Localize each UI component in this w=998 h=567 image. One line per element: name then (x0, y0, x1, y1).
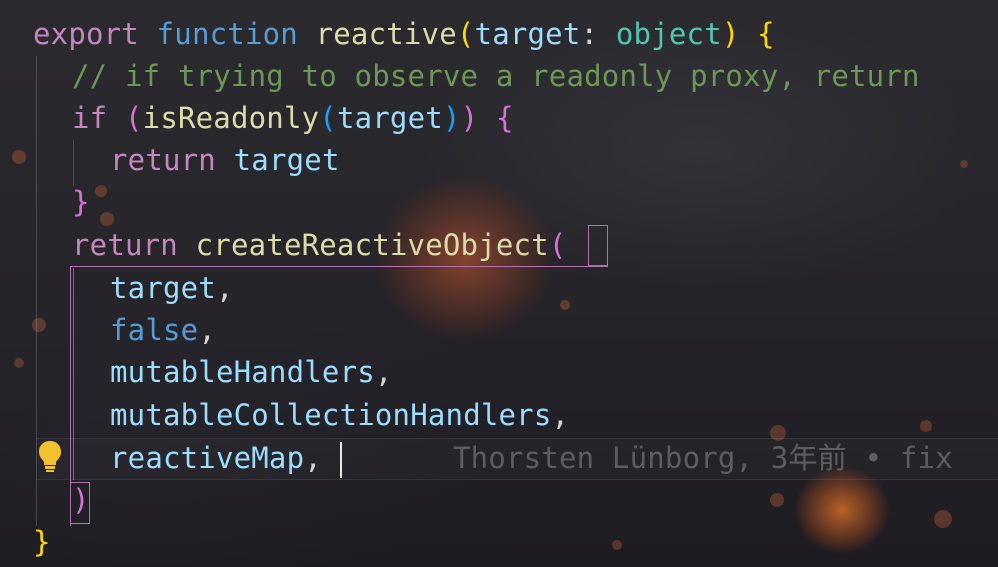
code-token: : (580, 17, 616, 51)
code-line: export function reactive(target: object)… (33, 14, 775, 54)
code-token: function (156, 17, 298, 51)
code-line: reactiveMap, (110, 438, 322, 478)
code-token: isReadonly (142, 101, 320, 135)
code-token: ( (125, 101, 143, 135)
code-line: mutableCollectionHandlers, (110, 395, 569, 435)
code-token: export (33, 17, 139, 51)
code-line: ) (72, 480, 90, 520)
code-token: createReactiveObject (195, 228, 549, 262)
code-line: if (isReadonly(target)) { (72, 98, 514, 138)
code-line: return createReactiveObject( (72, 225, 567, 265)
code-token: object (615, 17, 722, 51)
code-token: ( (319, 101, 337, 135)
git-blame-annotation: Thorsten Lünborg, 3年前 • fix (453, 441, 953, 475)
code-token: ) (460, 101, 479, 135)
code-editor[interactable]: export function reactive(target: object)… (0, 0, 998, 567)
code-token: , (198, 313, 216, 347)
code-line: return target (110, 140, 340, 180)
code-token: mutableHandlers (110, 355, 375, 389)
text-cursor (340, 442, 342, 478)
code-token: reactiveMap (110, 441, 305, 475)
lightbulb-icon[interactable] (37, 439, 63, 473)
code-token: if (72, 101, 108, 135)
code-token: return (72, 228, 178, 262)
code-token: reactive (315, 17, 457, 51)
code-line: mutableHandlers, (110, 352, 393, 392)
code-token: ) (72, 483, 90, 517)
code-token: false (110, 313, 199, 347)
code-token: ( (548, 228, 567, 262)
code-token: , (551, 398, 570, 432)
code-token: target (233, 143, 340, 177)
code-token: , (304, 441, 322, 475)
code-line: } (72, 182, 90, 222)
code-line: } (33, 522, 51, 562)
code-token: target (474, 17, 581, 51)
code-token: , (215, 271, 234, 305)
code-token: , (374, 355, 393, 389)
code-token: } (72, 185, 90, 219)
code-token: mutableCollectionHandlers (110, 398, 552, 432)
code-token: { (757, 17, 775, 51)
code-token: target (336, 101, 443, 135)
code-token: ( (456, 17, 475, 51)
code-token: { (495, 101, 514, 135)
code-token: // if trying to observe a readonly proxy… (72, 59, 920, 93)
code-line: false, (110, 310, 216, 350)
code-line: // if trying to observe a readonly proxy… (72, 56, 920, 96)
code-token: return (110, 143, 216, 177)
code-line: target, (110, 268, 234, 308)
code-token: ) (721, 17, 740, 51)
code-token: target (110, 271, 216, 305)
code-token: ) (442, 101, 461, 135)
code-token: } (33, 525, 51, 559)
